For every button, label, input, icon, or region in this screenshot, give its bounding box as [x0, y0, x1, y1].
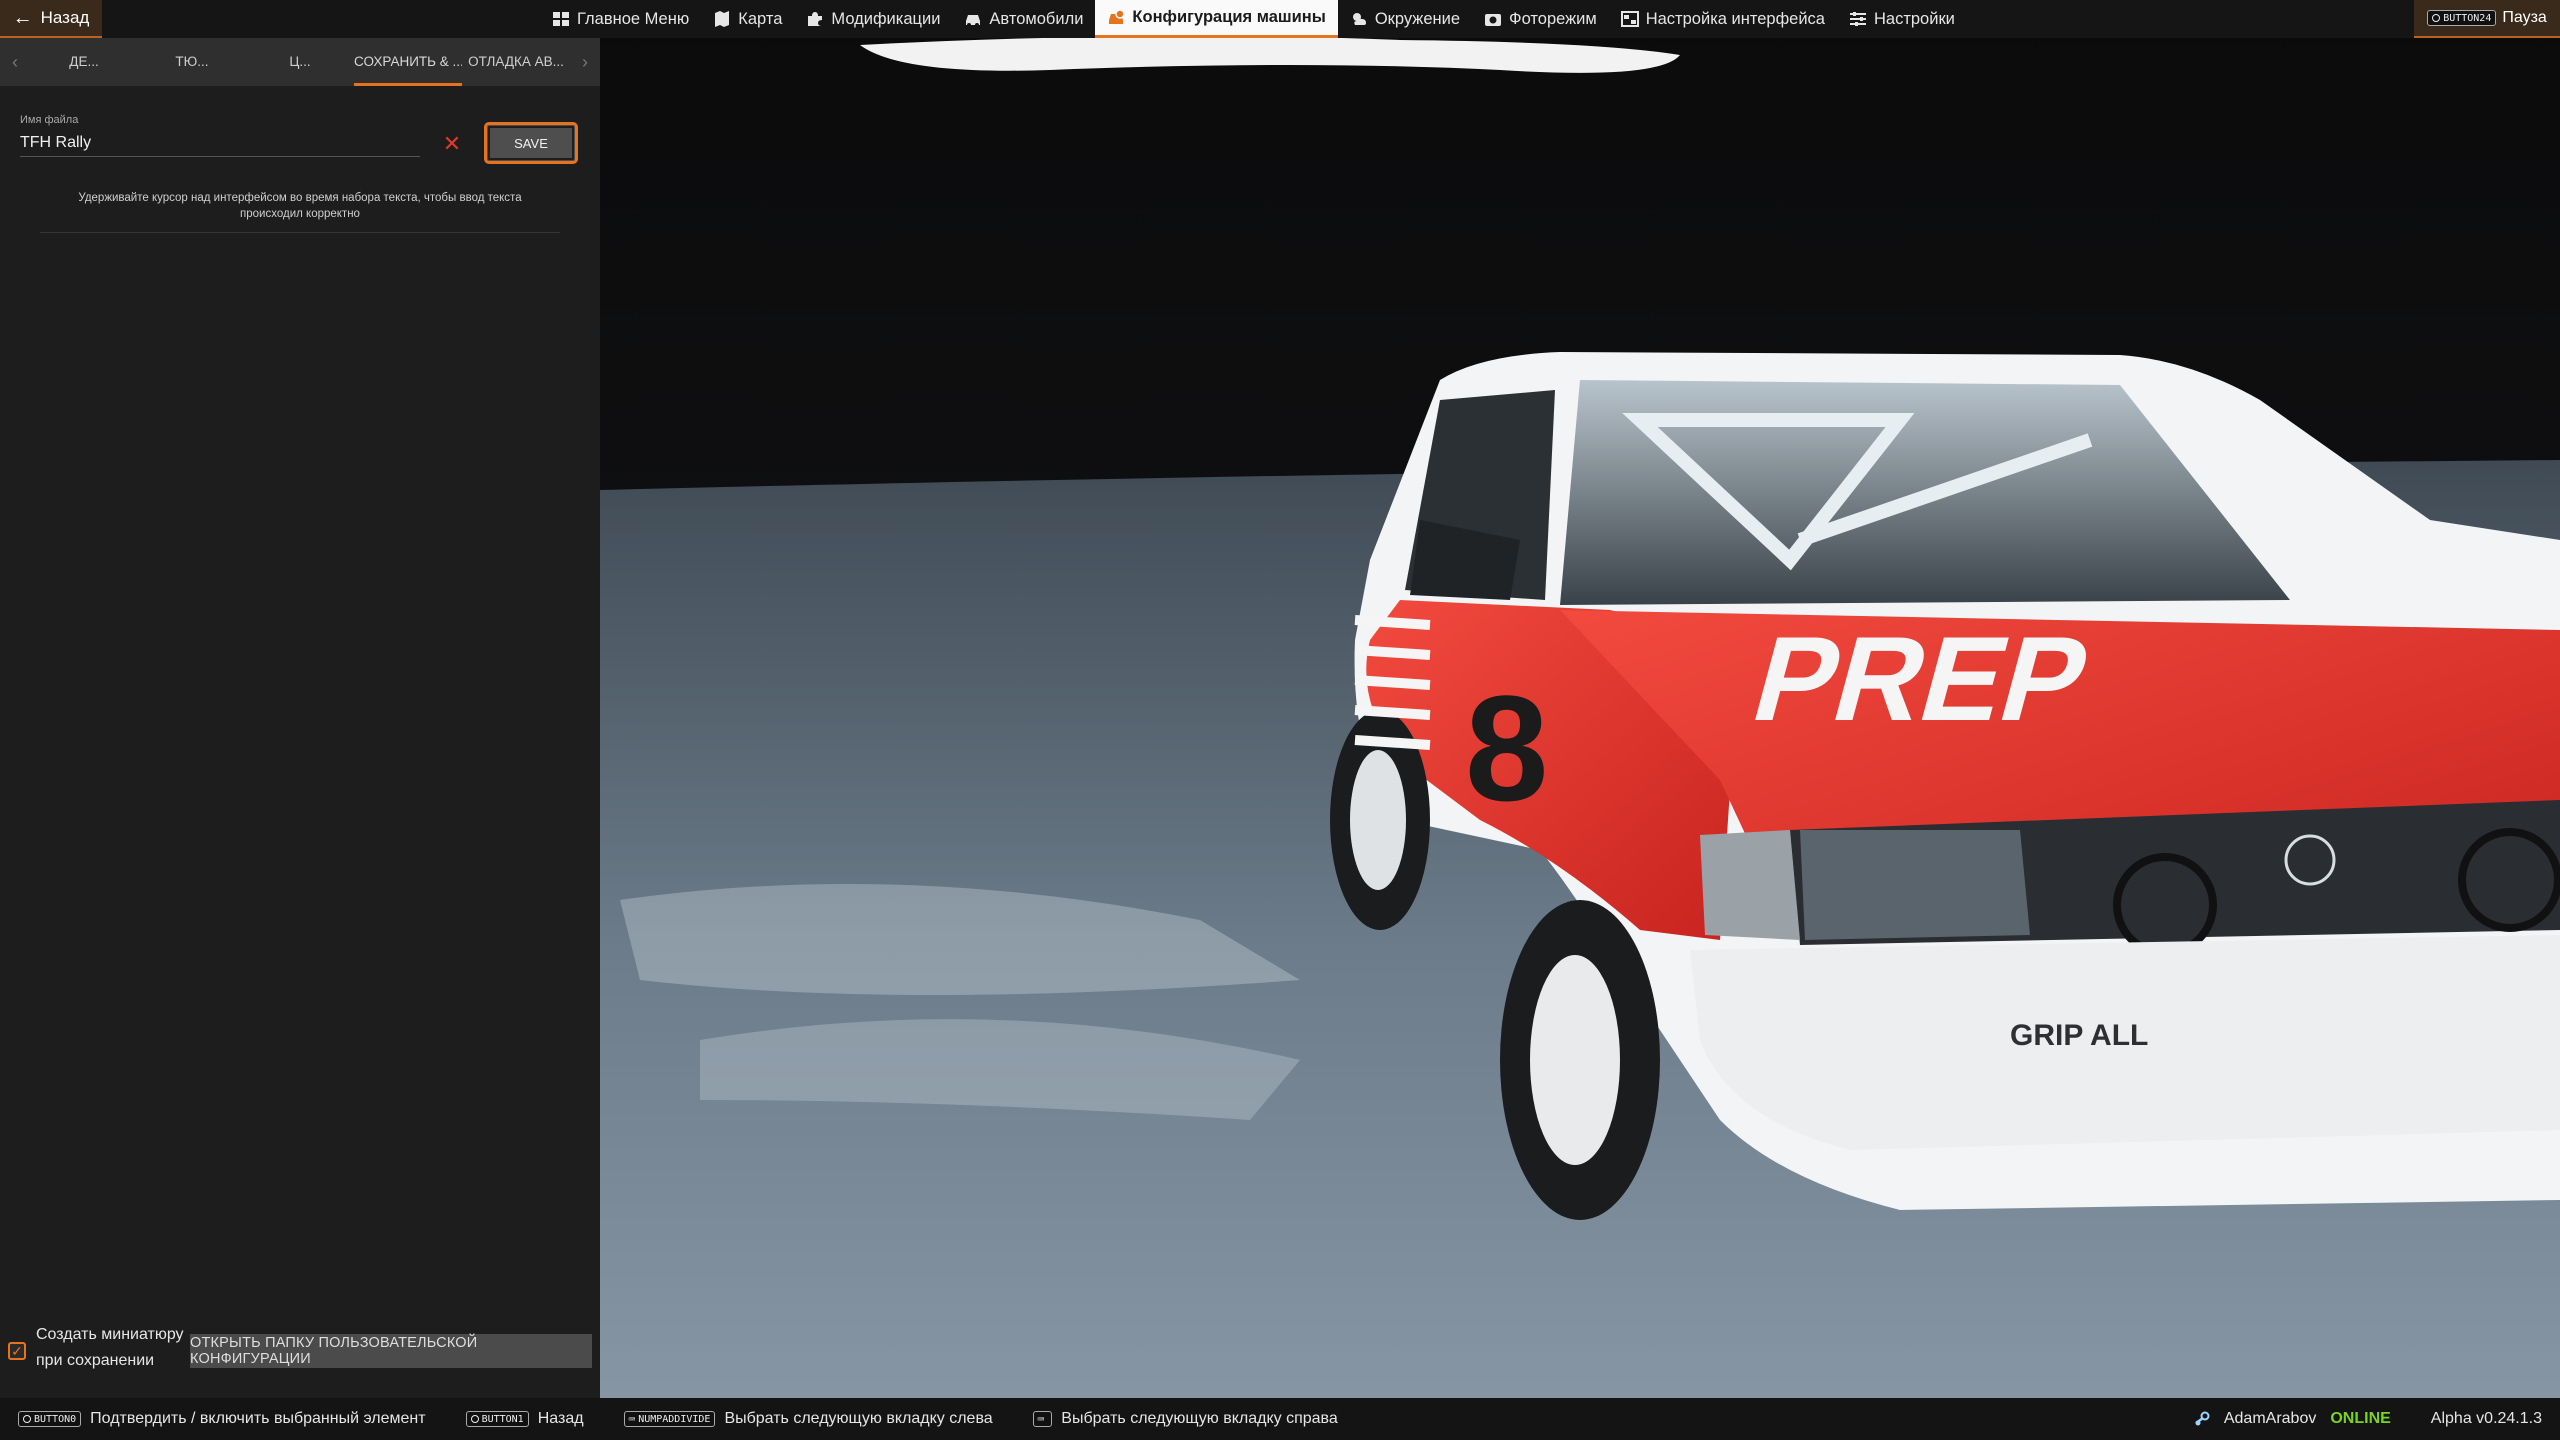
menu-item-label: Конфигурация машины: [1132, 8, 1326, 26]
tabs-prev-icon[interactable]: ‹: [0, 52, 30, 73]
hint-confirm: BUTTON0 Подтвердить / включить выбранный…: [18, 1410, 426, 1428]
hood-livery: PREP: [1740, 611, 2103, 746]
arrow-left-icon: ←: [12, 6, 33, 29]
key-label: BUTTON0: [34, 1413, 77, 1425]
clear-icon[interactable]: ✕: [440, 132, 464, 156]
steam-icon: [2195, 1411, 2210, 1426]
save-button[interactable]: SAVE: [484, 122, 578, 164]
thumbnail-checkbox-label: Создать миниатюру при сохранении: [36, 1326, 184, 1369]
menu-item-label: Настройки: [1873, 9, 1955, 28]
game-version: Alpha v0.24.1.3: [2430, 1410, 2542, 1427]
menu-item-map[interactable]: Карта: [701, 0, 794, 38]
keyboard-icon: ⌨: [628, 1412, 636, 1426]
pause-key-hint: BUTTON24: [2427, 10, 2497, 26]
hint-back: BUTTON1 Назад: [465, 1410, 584, 1428]
typing-hint: Удерживайте курсор над интерфейсом во вр…: [40, 190, 560, 233]
file-name-input[interactable]: [20, 130, 420, 157]
tab-save-load[interactable]: СОХРАНИТЬ & ...: [354, 38, 462, 86]
menu-item-vehicle-config[interactable]: Конфигурация машины: [1095, 0, 1338, 38]
menu-item-mods[interactable]: Модификации: [794, 0, 952, 38]
controller-button-icon: [23, 1415, 31, 1423]
hint-label: Подтвердить / включить выбранный элемент: [90, 1410, 426, 1427]
hint-tab-left: ⌨ NUMPADDIVIDE Выбрать следующую вкладку …: [623, 1410, 993, 1428]
menu-item-ui-apps[interactable]: Настройка интерфейса: [1609, 0, 1837, 38]
keyboard-icon: ⌨: [1037, 1412, 1045, 1426]
pause-label: Пауза: [2502, 9, 2547, 26]
menu-item-vehicles[interactable]: Автомобили: [952, 0, 1095, 38]
pause-key-label: BUTTON24: [2443, 12, 2492, 24]
config-tabs: ‹ ДЕ... ТЮ... Ц... СОХРАНИТЬ & ... ОТЛАД…: [0, 38, 600, 86]
menu-item-label: Настройка интерфейса: [1645, 9, 1825, 28]
menu-item-main-menu[interactable]: Главное Меню: [540, 0, 701, 38]
tab-color[interactable]: Ц...: [246, 38, 354, 86]
back-button[interactable]: ← Назад: [0, 0, 102, 38]
user-status: AdamArabov ONLINE Alpha v0.24.1.3: [2194, 1398, 2560, 1440]
hint-tab-right: ⌨ Выбрать следующую вкладку справа: [1032, 1410, 1338, 1428]
open-config-folder-button[interactable]: ОТКРЫТЬ ПАПКУ ПОЛЬЗОВАТЕЛЬСКОЙ КОНФИГУРА…: [190, 1334, 592, 1368]
bottom-hint-bar: BUTTON0 Подтвердить / включить выбранный…: [0, 1398, 2560, 1440]
back-button-label: Назад: [40, 8, 90, 27]
username: AdamArabov: [2223, 1410, 2317, 1427]
key-hint: BUTTON0: [18, 1411, 82, 1427]
pause-button[interactable]: BUTTON24 Пауза: [2414, 0, 2560, 38]
online-status: ONLINE: [2330, 1410, 2391, 1427]
puzzle-icon: [808, 12, 823, 26]
hint-label: Назад: [537, 1410, 584, 1427]
tab-parts[interactable]: ДЕ...: [30, 38, 138, 86]
ui-layout-icon: [1620, 11, 1639, 27]
tabs-next-icon[interactable]: ›: [570, 52, 600, 73]
map-icon: [715, 11, 730, 27]
car-icon: [966, 15, 981, 27]
typing-hint-line1: Удерживайте курсор над интерфейсом во вр…: [78, 192, 522, 204]
menu-item-environment[interactable]: Окружение: [1338, 0, 1472, 38]
menu-item-label: Фоторежим: [1509, 9, 1597, 28]
race-number: 8: [1465, 664, 1548, 832]
key-hint: BUTTON1: [465, 1411, 529, 1427]
hint-label: Выбрать следующую вкладку слева: [724, 1410, 993, 1427]
menu-item-label: Автомобили: [989, 9, 1084, 28]
key-hint: ⌨: [1032, 1411, 1053, 1427]
car-config-icon: [1109, 8, 1126, 24]
sliders-icon: [1849, 12, 1866, 26]
bumper-badge: GRIP ALL: [2010, 1019, 2148, 1052]
typing-hint-line2: происходил корректно: [240, 208, 360, 220]
hint-label: Выбрать следующую вкладку справа: [1061, 1410, 1338, 1427]
menu-item-settings[interactable]: Настройки: [1837, 0, 1967, 38]
checkmark-icon: ✓: [11, 1343, 23, 1359]
menu-item-label: Главное Меню: [577, 9, 690, 28]
file-name-label: Имя файла: [20, 114, 79, 126]
main-menu-icon: [553, 12, 569, 26]
menu-item-photo-mode[interactable]: Фоторежим: [1472, 0, 1609, 38]
key-label: NUMPADDIVIDE: [638, 1413, 711, 1425]
weather-icon: [1352, 13, 1366, 25]
top-menu-bar: ← Назад Главное Меню Карта Модификации А…: [0, 0, 2560, 38]
tab-tuning[interactable]: ТЮ...: [138, 38, 246, 86]
controller-button-icon: [2432, 14, 2441, 22]
menu-item-label: Карта: [738, 9, 783, 28]
controller-button-icon: [470, 1415, 479, 1423]
main-menu: Главное Меню Карта Модификации Автомобил…: [540, 0, 1967, 38]
key-label: BUTTON1: [481, 1413, 524, 1425]
key-hint: ⌨ NUMPADDIVIDE: [623, 1411, 716, 1427]
thumbnail-checkbox[interactable]: ✓: [8, 1342, 26, 1360]
vehicle-config-panel: ‹ ДЕ... ТЮ... Ц... СОХРАНИТЬ & ... ОТЛАД…: [0, 38, 600, 1398]
menu-item-label: Окружение: [1374, 9, 1461, 28]
tab-debug[interactable]: ОТЛАДКА АВ...: [462, 38, 570, 86]
menu-item-label: Модификации: [831, 9, 941, 28]
camera-icon: [1485, 14, 1502, 26]
